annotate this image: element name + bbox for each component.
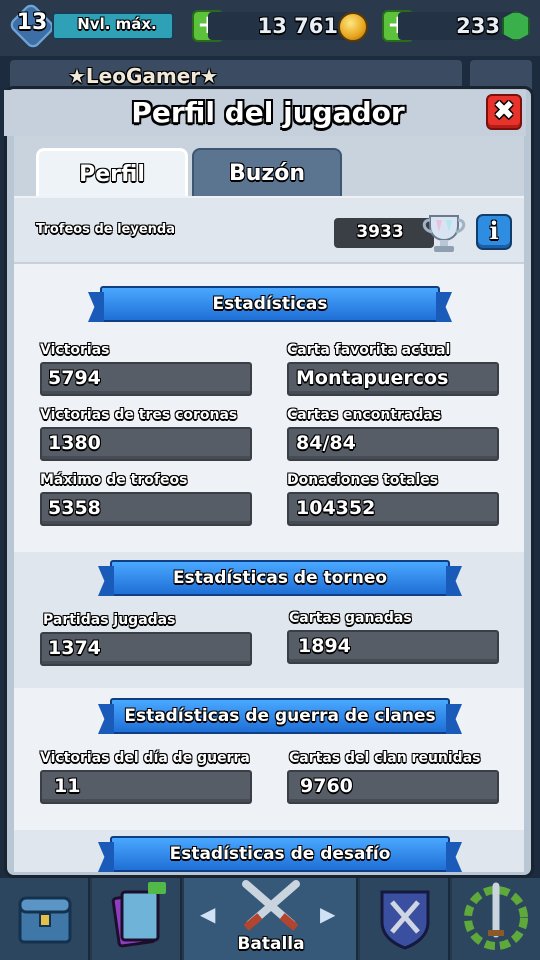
tab-perfil[interactable]: Perfil [36, 148, 188, 198]
stat-value: 84/84 [296, 432, 356, 454]
gold-amount: 13 761 [257, 14, 338, 38]
stat-label: Cartas encontradas [287, 407, 442, 423]
legend-trophies-value: 3933 [356, 222, 404, 242]
info-icon: i [489, 216, 499, 245]
tab-buzon-label: Buzón [228, 161, 305, 186]
legend-trophies-label: Trofeos de leyenda [36, 222, 175, 237]
nav-shop[interactable] [0, 878, 90, 960]
stat-label: Victorias [40, 342, 110, 358]
clan-war-banner: Estadísticas de guerra de clanes [110, 698, 450, 734]
gold-coin-icon [338, 12, 368, 42]
player-name: ★LeoGamer★ [68, 64, 219, 88]
stat-value: 1380 [48, 432, 101, 454]
shop-chest-icon [18, 896, 72, 944]
stat-label: Cartas del clan reunidas [289, 750, 481, 766]
stat-value: 1894 [298, 635, 351, 657]
stat-value: 11 [54, 775, 81, 797]
stat-value: 5794 [48, 367, 101, 389]
stat-value: Montapuercos [296, 367, 449, 389]
stat-value: 104352 [296, 497, 376, 519]
close-icon: ✖ [493, 96, 515, 126]
close-button[interactable]: ✖ [486, 94, 522, 130]
stat-value: 1374 [48, 637, 101, 659]
stat-label: Cartas ganadas [289, 610, 412, 626]
stat-value: 9760 [300, 775, 353, 797]
level-label: Nvl. máx. [77, 15, 157, 33]
nav-right-arrow-icon[interactable]: ▶ [320, 902, 335, 926]
cards-icon [111, 882, 166, 948]
nav-cards[interactable] [92, 878, 182, 960]
level-number: 13 [16, 10, 48, 35]
nav-clan[interactable] [360, 878, 450, 960]
tab-perfil-label: Perfil [79, 162, 145, 187]
nav-left-arrow-icon[interactable]: ◀ [200, 902, 215, 926]
nav-battle-label: Batalla [237, 934, 305, 954]
tournament-banner: Estadísticas de torneo [110, 560, 450, 596]
gem-amount: 233 [456, 14, 500, 38]
stat-label: Carta favorita actual [287, 342, 451, 358]
tab-buzon[interactable]: Buzón [192, 148, 342, 198]
challenge-banner: Estadísticas de desafío [110, 836, 450, 872]
nav-events[interactable] [452, 878, 540, 960]
stat-label: Victorias del día de guerra [40, 750, 250, 766]
modal-title: Perfil del jugador [131, 96, 405, 129]
stats-banner: Estadísticas [100, 286, 440, 322]
events-laurel-icon [464, 882, 528, 950]
clan-shield-icon [380, 890, 430, 950]
stat-label: Donaciones totales [287, 472, 439, 488]
info-button[interactable]: i [476, 214, 512, 250]
stat-label: Partidas jugadas [43, 612, 176, 628]
stat-label: Victorias de tres coronas [40, 407, 238, 423]
stat-value: 5358 [48, 497, 101, 519]
trophy-icon [422, 215, 466, 252]
stat-label: Máximo de trofeos [40, 472, 188, 488]
